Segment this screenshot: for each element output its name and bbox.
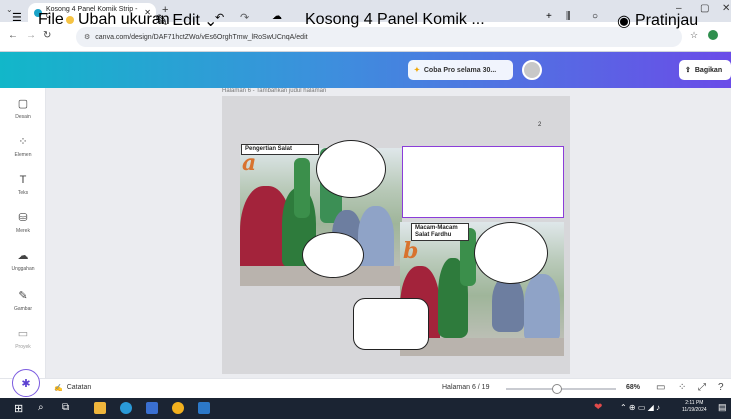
panel-b-title-line-2: Salat Fardhu (415, 232, 452, 238)
brand-icon: ⛁ (18, 212, 28, 224)
notification-app-icon[interactable]: ❤ (594, 402, 602, 413)
folder-icon: ▭ (17, 328, 29, 340)
cloud-save-icon[interactable]: ☁ (272, 11, 282, 22)
sidebar-item-label: Teks (17, 190, 29, 196)
store-icon[interactable] (146, 402, 158, 414)
sidebar-item-label: Desain (15, 114, 31, 120)
insights-icon[interactable]: ⫼ (566, 11, 571, 22)
sidebar-item-projects[interactable]: ▭ Proyek (0, 328, 46, 350)
left-sidebar (0, 88, 46, 398)
draw-icon: ✎ (18, 290, 28, 302)
design-icon: ▢ (17, 98, 29, 110)
windows-start-icon[interactable]: ⊞ (14, 402, 23, 415)
upload-cloud-icon: ☁ (17, 250, 29, 262)
system-tray-icons[interactable]: ⌃ ⊕ ▭ ◢ ♪ (620, 403, 660, 412)
eye-icon: ◉ (617, 13, 631, 30)
panel-b-title[interactable]: Macam-Macam Salat Fardhu (411, 223, 469, 241)
clock-time: 2:11 PM (685, 400, 704, 406)
share-button[interactable]: ⇪ Bagikan (679, 60, 731, 80)
sidebar-item-uploads[interactable]: ☁ Unggahan (0, 250, 46, 272)
fullscreen-icon[interactable]: ⤢ (698, 382, 706, 393)
empty-panel[interactable] (402, 146, 564, 218)
magic-assistant-icon[interactable]: ✱ (12, 369, 40, 397)
sidebar-item-label: Merek (16, 228, 30, 234)
sidebar-item-draw[interactable]: ✎ Gambar (0, 290, 46, 312)
notes-label: Catatan (66, 384, 92, 391)
sidebar-item-label: Proyek (15, 344, 31, 350)
panel-b-title-line-1: Macam-Macam (415, 225, 458, 231)
file-menu[interactable]: File (38, 11, 64, 29)
notes-icon: ✍ (54, 385, 63, 392)
search-icon[interactable]: ⌕ (38, 402, 44, 413)
sidebar-item-elements[interactable]: ⁘ Elemen (0, 136, 46, 158)
page-header[interactable]: Halaman 6 - Tambahkan judul halaman (222, 88, 570, 96)
add-collaborator-icon[interactable]: + (546, 11, 552, 22)
preview-button[interactable]: ◉ Pratinjau (617, 11, 698, 31)
chrome-browser-icon[interactable] (172, 402, 184, 414)
extension-icon[interactable] (708, 30, 718, 40)
share-label: Bagikan (694, 66, 723, 74)
editor-footer (0, 378, 731, 398)
try-pro-label: Coba Pro selama 30... (423, 66, 497, 74)
share-icon: ⇪ (685, 67, 691, 74)
crown-icon (66, 16, 74, 24)
redo-icon[interactable]: ↷ (240, 11, 249, 24)
sidebar-item-label: Gambar (13, 306, 33, 312)
page-view-icon[interactable]: ▭ (656, 382, 665, 393)
zoom-slider-handle[interactable] (551, 384, 562, 394)
url-text: canva.com/design/DAF71hctZWo/vEs6OrghTmw… (95, 33, 308, 41)
panel-a-letter: a (242, 150, 257, 176)
clock[interactable]: 2:11 PM 11/19/2024 (682, 400, 707, 414)
speech-bubble-b1[interactable] (474, 222, 548, 284)
canva-toolbar (0, 52, 731, 88)
speech-bubble-a2[interactable] (302, 232, 364, 278)
zoom-level[interactable]: 68% (626, 384, 640, 391)
edit-label: Edit (172, 12, 200, 29)
notifications-icon[interactable]: ▤ (718, 402, 727, 413)
bookmark-star-icon[interactable]: ☆ (690, 30, 698, 41)
clock-date: 11/19/2024 (682, 407, 707, 413)
preview-label: Pratinjau (634, 12, 699, 29)
file-explorer-icon[interactable] (94, 402, 106, 414)
task-view-icon[interactable]: ⧉ (62, 402, 69, 413)
edge-browser-icon[interactable] (120, 402, 132, 414)
main-menu-icon[interactable]: ☰ (12, 11, 22, 24)
back-arrow-icon[interactable]: ← (8, 30, 18, 41)
document-title[interactable]: Kosong 4 Panel Komik ... (305, 11, 485, 29)
panel-b-letter: b (403, 238, 419, 264)
speech-bubble-a1[interactable] (316, 140, 386, 198)
text-icon: T (19, 174, 27, 186)
sparkle-icon: ✦ (414, 67, 420, 74)
sidebar-item-label: Elemen (14, 152, 32, 158)
grid-view-icon[interactable]: ⁘ (678, 382, 686, 393)
maximize-button[interactable]: ▢ (700, 3, 709, 14)
help-icon[interactable]: ? (718, 382, 724, 393)
pencil-icon: ✎ (155, 13, 169, 30)
forward-arrow-icon[interactable]: → (26, 30, 36, 41)
close-window-button[interactable]: ✕ (722, 3, 730, 14)
sidebar-item-label: Unggahan (11, 266, 35, 272)
comment-icon[interactable]: ○ (592, 11, 598, 22)
site-info-icon[interactable]: ⚙ (84, 33, 90, 41)
sidebar-item-brand[interactable]: ⛁ Merek (0, 212, 46, 234)
page-indicator[interactable]: Halaman 6 / 19 (442, 384, 489, 391)
mail-icon[interactable] (198, 402, 210, 414)
avatar[interactable] (522, 60, 542, 80)
sidebar-item-design[interactable]: ▢ Desain (0, 98, 46, 120)
undo-icon[interactable]: ↶ (215, 11, 224, 24)
page-number-label: 2 (538, 122, 542, 128)
edit-menu[interactable]: ✎ Edit ⌄ (155, 11, 217, 31)
reload-icon[interactable]: ↻ (43, 30, 51, 41)
speech-box-b2[interactable] (353, 298, 429, 350)
try-pro-button[interactable]: ✦ Coba Pro selama 30... (408, 60, 513, 80)
sidebar-item-text[interactable]: T Teks (0, 174, 46, 196)
elements-icon: ⁘ (18, 136, 28, 148)
notes-button[interactable]: ✍ Catatan (54, 384, 91, 392)
